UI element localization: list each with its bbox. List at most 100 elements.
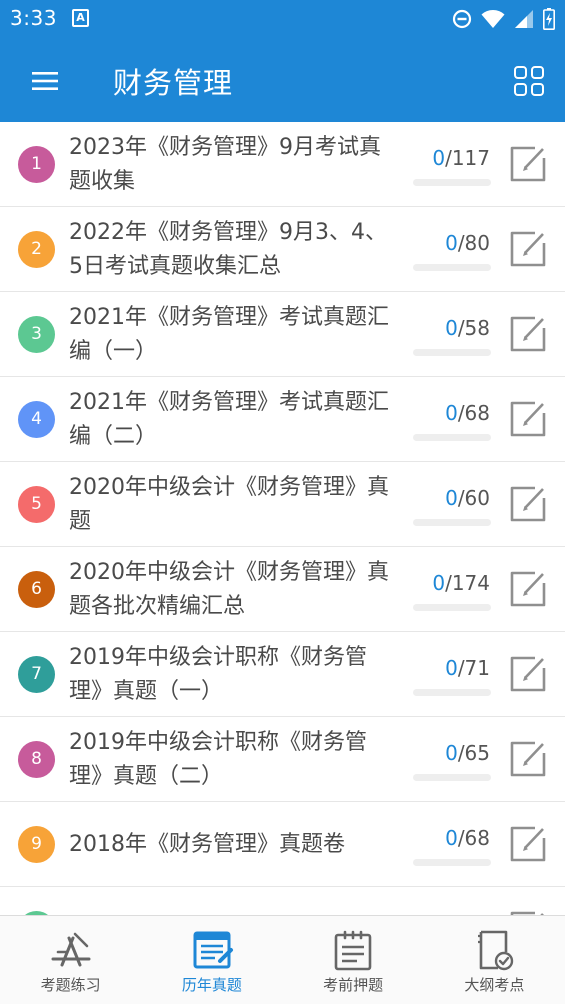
paper-list-item[interactable]: 6 2020年中级会计《财务管理》真题各批次精编汇总 0/174: [0, 547, 565, 632]
item-progress-count: 0/174: [432, 571, 490, 595]
item-progress-bar: [413, 264, 491, 271]
item-number-badge: 8: [18, 741, 55, 778]
page-title: 财务管理: [113, 66, 234, 100]
item-progress-bar: [413, 689, 491, 696]
edit-icon[interactable]: [508, 484, 548, 524]
tab-label-syllabus: 大纲考点: [464, 976, 525, 994]
item-total-count: /60: [457, 486, 490, 510]
battery-charging-icon: [543, 8, 555, 30]
signal-icon: [515, 10, 533, 28]
item-progress-count: 0/68: [445, 401, 490, 425]
edit-icon[interactable]: [508, 739, 548, 779]
item-progress-count: 0/68: [445, 826, 490, 850]
item-total-count: /68: [457, 826, 490, 850]
paper-list-item[interactable]: [0, 887, 565, 915]
item-total-count: /117: [445, 146, 490, 170]
paper-list-item[interactable]: 7 2019年中级会计职称《财务管理》真题（一） 0/71: [0, 632, 565, 717]
item-total-count: /58: [457, 316, 490, 340]
item-progress-count: 0/117: [432, 146, 490, 170]
tab-label-past-papers: 历年真题: [181, 976, 242, 994]
item-done-count: 0: [445, 486, 458, 510]
item-number-badge: 2: [18, 231, 55, 268]
hamburger-menu-icon[interactable]: [22, 63, 68, 99]
paper-list-item[interactable]: 3 2021年《财务管理》考试真题汇编（一） 0/58: [0, 292, 565, 377]
item-title: 2021年《财务管理》考试真题汇编（一）: [69, 304, 389, 364]
syllabus-icon: [478, 930, 514, 971]
practice-icon: [51, 932, 91, 967]
edit-icon[interactable]: [508, 399, 548, 439]
item-title: 2022年《财务管理》9月3、4、5日考试真题收集汇总: [69, 219, 387, 279]
item-number-badge: 7: [18, 656, 55, 693]
status-time: 3:33: [10, 6, 57, 30]
item-number-badge: 5: [18, 486, 55, 523]
item-number-badge: 4: [18, 401, 55, 438]
item-number-badge: 1: [18, 146, 55, 183]
edit-icon[interactable]: [508, 654, 548, 694]
item-progress-bar: [413, 434, 491, 441]
bottom-tab-bar: 考题练习 历年真题 考前押题 大纲考点: [0, 915, 565, 1004]
item-done-count: 0: [432, 146, 446, 170]
item-progress-bar: [413, 604, 491, 611]
paper-list-item[interactable]: 4 2021年《财务管理》考试真题汇编（二） 0/68: [0, 377, 565, 462]
edit-icon[interactable]: [508, 824, 548, 864]
edit-icon[interactable]: [508, 229, 548, 269]
item-progress-count: 0/71: [445, 656, 490, 680]
item-title: 2019年中级会计职称《财务管理》真题（二）: [69, 729, 367, 789]
edit-icon[interactable]: [508, 569, 548, 609]
item-done-count: 0: [445, 231, 458, 255]
tab-past-papers[interactable]: 历年真题: [141, 916, 282, 1004]
item-progress-count: 0/65: [445, 741, 490, 765]
tab-syllabus[interactable]: 大纲考点: [424, 916, 565, 1004]
item-done-count: 0: [445, 741, 458, 765]
item-title: 2019年中级会计职称《财务管理》真题（一）: [69, 644, 367, 704]
app-bar: 财务管理: [0, 38, 565, 122]
item-done-count: 0: [432, 571, 446, 595]
item-progress-bar: [413, 859, 491, 866]
item-number-badge: 9: [18, 826, 55, 863]
item-progress-bar: [413, 774, 491, 781]
item-title: 2023年《财务管理》9月考试真题收集: [69, 134, 381, 194]
item-progress-bar: [413, 349, 491, 356]
edit-icon[interactable]: [508, 144, 548, 184]
item-done-count: 0: [445, 826, 458, 850]
paper-list-item[interactable]: 8 2019年中级会计职称《财务管理》真题（二） 0/65: [0, 717, 565, 802]
paper-list-item[interactable]: 1 2023年《财务管理》9月考试真题收集 0/117: [0, 122, 565, 207]
tab-prediction[interactable]: 考前押题: [283, 916, 424, 1004]
item-title: [69, 887, 389, 915]
item-done-count: 0: [445, 401, 458, 425]
tab-label-prediction: 考前押题: [323, 976, 384, 994]
item-title: 2020年中级会计《财务管理》真题: [69, 474, 389, 534]
item-number-badge: 3: [18, 316, 55, 353]
item-total-count: /65: [457, 741, 490, 765]
item-progress-count: 0/80: [445, 231, 490, 255]
grid-view-icon[interactable]: [509, 61, 549, 101]
item-progress-count: 0/60: [445, 486, 490, 510]
tab-practice[interactable]: 考题练习: [0, 916, 141, 1004]
item-progress-bar: [413, 519, 491, 526]
tab-label-practice: 考题练习: [40, 976, 101, 994]
item-total-count: /80: [457, 231, 490, 255]
item-progress-count: 0/58: [445, 316, 490, 340]
item-total-count: /71: [457, 656, 490, 680]
paper-list: 1 2023年《财务管理》9月考试真题收集 0/117 2 2022年《财务管理…: [0, 122, 565, 915]
item-number-badge: 6: [18, 571, 55, 608]
prediction-icon: [334, 930, 372, 971]
item-title: 2020年中级会计《财务管理》真题各批次精编汇总: [69, 559, 389, 619]
past-papers-icon: [193, 931, 233, 969]
item-done-count: 0: [445, 656, 458, 680]
paper-list-item[interactable]: 5 2020年中级会计《财务管理》真题 0/60: [0, 462, 565, 547]
item-title: 2021年《财务管理》考试真题汇编（二）: [69, 389, 389, 449]
item-total-count: /68: [457, 401, 490, 425]
do-not-disturb-icon: [452, 9, 472, 29]
status-icons: [452, 7, 555, 31]
notification-icon: A: [72, 9, 89, 27]
paper-list-item[interactable]: 2 2022年《财务管理》9月3、4、5日考试真题收集汇总 0/80: [0, 207, 565, 292]
item-total-count: /174: [445, 571, 490, 595]
status-bar: 3:33 A: [0, 0, 565, 38]
item-done-count: 0: [445, 316, 458, 340]
item-progress-bar: [413, 179, 491, 186]
paper-list-item[interactable]: 9 2018年《财务管理》真题卷 0/68: [0, 802, 565, 887]
wifi-icon: [481, 10, 505, 28]
item-title: 2018年《财务管理》真题卷: [69, 831, 345, 857]
edit-icon[interactable]: [508, 314, 548, 354]
